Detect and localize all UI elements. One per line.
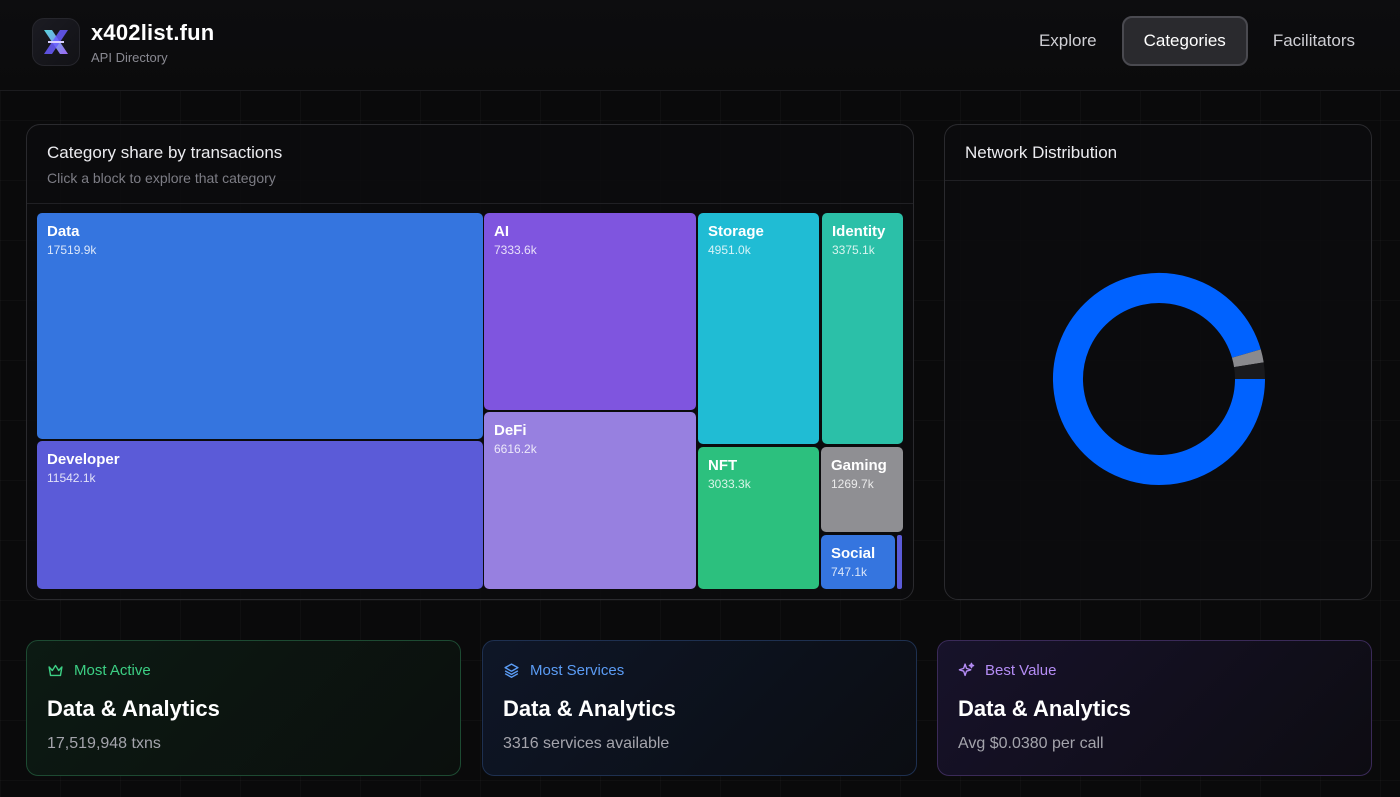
best-value-card[interactable]: Best Value Data & Analytics Avg $0.0380 … [937, 640, 1372, 776]
treemap-block-developer[interactable]: Developer 11542.1k [37, 441, 483, 589]
most-services-card[interactable]: Most Services Data & Analytics 3316 serv… [482, 640, 917, 776]
stat-label-row: Most Active [47, 662, 151, 679]
stat-label: Most Active [74, 662, 151, 679]
block-name: Storage [708, 223, 764, 240]
block-value: 747.1k [831, 565, 868, 579]
block-value: 17519.9k [47, 243, 97, 257]
stat-detail: 17,519,948 txns [47, 735, 161, 752]
stat-detail: Avg $0.0380 per call [958, 735, 1104, 752]
stat-label: Most Services [530, 662, 625, 679]
stat-value: Data & Analytics [47, 696, 220, 721]
block-value: 6616.2k [494, 442, 537, 456]
treemap-block-ai[interactable]: AI 7333.6k [484, 213, 696, 410]
app-header: x402list.fun API Directory Explore Categ… [0, 0, 1400, 91]
treemap-block-storage[interactable]: Storage 4951.0k [698, 213, 819, 444]
card-divider [27, 203, 913, 204]
block-name: AI [494, 223, 509, 240]
treemap-block-social[interactable]: Social 747.1k [821, 535, 895, 589]
block-value: 3033.3k [708, 477, 751, 491]
treemap-subtitle: Click a block to explore that category [47, 170, 276, 186]
treemap-block-defi[interactable]: DeFi 6616.2k [484, 412, 696, 589]
treemap-block-data[interactable]: Data 17519.9k [37, 213, 483, 439]
nav-facilitators[interactable]: Facilitators [1258, 16, 1370, 66]
block-name: Gaming [831, 457, 887, 474]
block-name: Social [831, 545, 876, 562]
network-distribution-card: Network Distribution [944, 124, 1372, 600]
block-name: DeFi [494, 422, 527, 439]
brand-logo[interactable] [32, 18, 80, 66]
treemap-title: Category share by transactions [47, 143, 283, 162]
block-value: 4951.0k [708, 243, 751, 257]
block-value: 11542.1k [47, 471, 96, 485]
treemap-block-other[interactable] [897, 535, 902, 589]
stat-label-row: Most Services [503, 662, 624, 679]
block-name: Identity [832, 223, 886, 240]
stat-label-row: Best Value [958, 662, 1056, 679]
block-value: 1269.7k [831, 477, 874, 491]
sparkles-icon [958, 662, 975, 677]
layers-icon [504, 663, 519, 678]
category-treemap-card: Category share by transactions Click a b… [26, 124, 914, 600]
main-nav: Explore Categories Facilitators [1024, 16, 1370, 66]
donut-segment[interactable] [1234, 362, 1265, 380]
block-name: NFT [708, 457, 738, 474]
nav-explore[interactable]: Explore [1024, 16, 1112, 66]
block-value: 3375.1k [832, 243, 875, 257]
most-active-card[interactable]: Most Active Data & Analytics 17,519,948 … [26, 640, 461, 776]
block-value: 7333.6k [494, 243, 537, 257]
donut-segment[interactable] [1053, 273, 1265, 485]
treemap-block-identity[interactable]: Identity 3375.1k [822, 213, 903, 444]
stat-value: Data & Analytics [958, 696, 1131, 721]
crown-icon [48, 664, 63, 677]
x-logo-icon [44, 30, 68, 54]
network-donut-chart [1053, 273, 1265, 485]
stat-label: Best Value [985, 662, 1057, 679]
network-title: Network Distribution [965, 143, 1118, 162]
stat-detail: 3316 services available [503, 735, 670, 752]
block-name: Developer [47, 451, 120, 468]
brand-subtitle: API Directory [91, 50, 168, 65]
treemap-block-gaming[interactable]: Gaming 1269.7k [821, 447, 903, 532]
block-name: Data [47, 223, 80, 240]
treemap-block-nft[interactable]: NFT 3033.3k [698, 447, 819, 589]
stat-value: Data & Analytics [503, 696, 676, 721]
donut-segment[interactable] [1231, 349, 1264, 368]
brand-title[interactable]: x402list.fun [91, 20, 214, 46]
nav-categories[interactable]: Categories [1121, 16, 1248, 66]
